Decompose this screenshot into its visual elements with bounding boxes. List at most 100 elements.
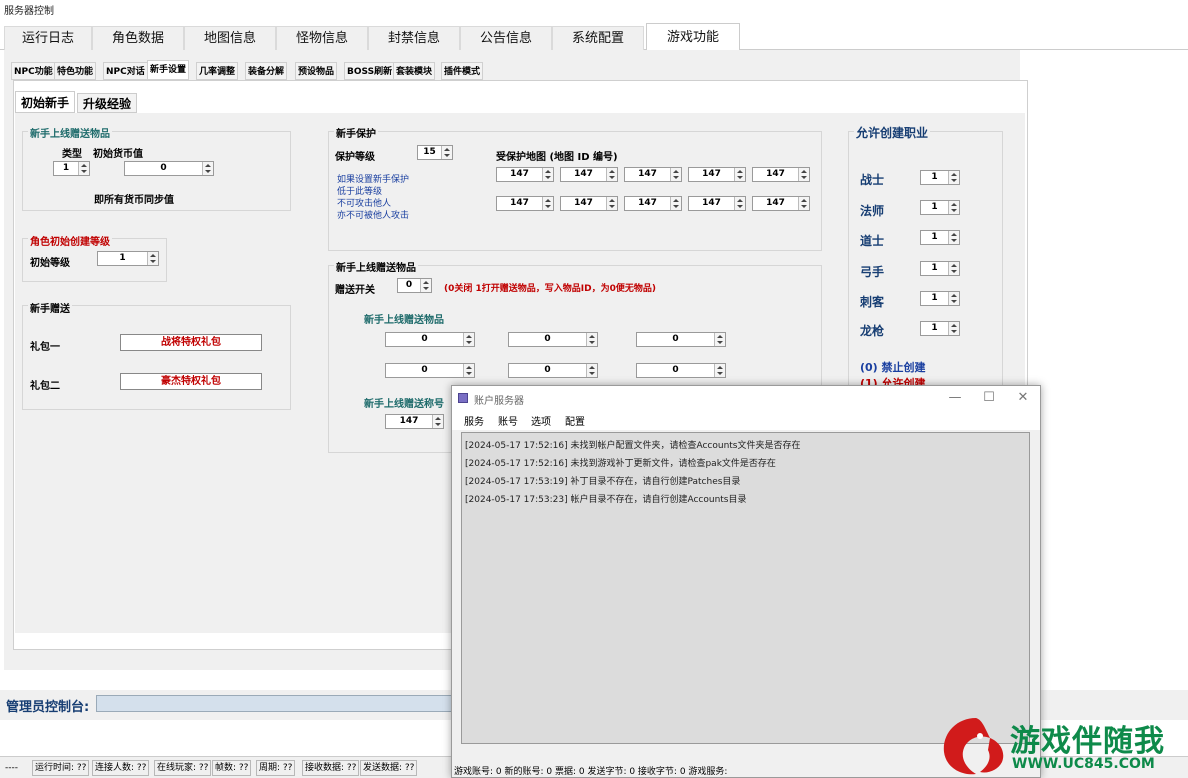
status-online-players: 在线玩家: ?? [154, 760, 212, 776]
class-value: 1 [931, 293, 938, 303]
protect-title: 新手保护 [334, 125, 378, 140]
stepper-arrows-icon[interactable] [948, 201, 959, 214]
initial-level-stepper[interactable]: 1 [97, 251, 159, 266]
protect-map-stepper[interactable]: 147 [752, 196, 810, 211]
gift-item-value: 0 [544, 365, 551, 375]
tab-ban-info[interactable]: 封禁信息 [368, 26, 460, 50]
type-value: 1 [62, 163, 70, 173]
log-line: [2024-05-17 17:52:16] 未找到游戏补丁更新文件，请检查pak… [465, 459, 776, 469]
gift-switch-stepper[interactable]: 0 [397, 278, 432, 293]
stepper-arrows-icon[interactable] [78, 162, 89, 175]
subtab-newbie-settings[interactable]: 新手设置 [147, 60, 190, 80]
gift-items-title: 新手上线赠送物品 [28, 125, 112, 140]
stepper-arrows-icon[interactable] [670, 168, 681, 181]
tab-role-data[interactable]: 角色数据 [92, 26, 184, 50]
protect-level-stepper[interactable]: 15 [417, 145, 453, 160]
protect-map-stepper[interactable]: 147 [624, 167, 682, 182]
subtab-plugin-mode[interactable]: 插件模式 [441, 62, 484, 80]
maximize-icon[interactable]: ☐ [978, 389, 1000, 407]
console-input[interactable] [96, 695, 476, 712]
tab-run-log[interactable]: 运行日志 [4, 26, 92, 50]
gift-item-stepper[interactable]: 0 [508, 363, 598, 378]
log-line: [2024-05-17 17:53:23] 帐户目录不存在，请自行创建Accou… [465, 495, 747, 505]
close-icon[interactable]: ✕ [1012, 389, 1034, 407]
menu-service[interactable]: 服务 [464, 413, 484, 428]
protect-map-stepper[interactable]: 147 [560, 167, 618, 182]
class-warrior-stepper[interactable]: 1 [920, 170, 960, 185]
tab-monster-info[interactable]: 怪物信息 [276, 26, 368, 50]
subtab-special-function[interactable]: 特色功能 [54, 62, 97, 80]
stepper-arrows-icon[interactable] [670, 197, 681, 210]
gift-item-stepper[interactable]: 0 [385, 363, 475, 378]
protect-map-stepper[interactable]: 147 [688, 167, 746, 182]
pack2-input[interactable]: 豪杰特权礼包 [120, 373, 262, 390]
stepper-arrows-icon[interactable] [714, 333, 725, 346]
minimize-icon[interactable]: — [944, 389, 966, 407]
gift-item-stepper[interactable]: 0 [385, 332, 475, 347]
page-tab-initial-newbie[interactable]: 初始新手 [15, 91, 76, 113]
stepper-arrows-icon[interactable] [734, 197, 745, 210]
stepper-arrows-icon[interactable] [432, 415, 443, 428]
gift-title-stepper[interactable]: 147 [385, 414, 444, 429]
subtab-equip-decompose[interactable]: 装备分解 [245, 62, 288, 80]
class-assassin-stepper[interactable]: 1 [920, 291, 960, 306]
stepper-arrows-icon[interactable] [734, 168, 745, 181]
gift-item-value: 0 [672, 365, 679, 375]
stepper-arrows-icon[interactable] [586, 364, 597, 377]
stepper-arrows-icon[interactable] [542, 197, 553, 210]
stepper-arrows-icon[interactable] [948, 322, 959, 335]
tab-system-config[interactable]: 系统配置 [552, 26, 644, 50]
gift-item-stepper[interactable]: 0 [508, 332, 598, 347]
subtab-npc-dialog[interactable]: NPC对话 [103, 62, 148, 80]
protect-map-stepper[interactable]: 147 [496, 196, 554, 211]
subtab-set-module[interactable]: 套装模块 [393, 62, 436, 80]
stepper-arrows-icon[interactable] [948, 262, 959, 275]
gift-item-stepper[interactable]: 0 [636, 363, 726, 378]
subtab-npc-function[interactable]: NPC功能 [11, 62, 56, 80]
currency-stepper[interactable]: 0 [124, 161, 214, 176]
menu-options[interactable]: 选项 [531, 413, 551, 428]
stepper-arrows-icon[interactable] [441, 146, 452, 159]
type-stepper[interactable]: 1 [53, 161, 90, 176]
stepper-arrows-icon[interactable] [606, 197, 617, 210]
class-lancer-stepper[interactable]: 1 [920, 321, 960, 336]
tab-game-functions[interactable]: 游戏功能 [646, 23, 740, 51]
class-mage-stepper[interactable]: 1 [920, 200, 960, 215]
protect-map-stepper[interactable]: 147 [688, 196, 746, 211]
dialog-titlebar[interactable]: 账户服务器 — ☐ ✕ [452, 386, 1040, 410]
protect-level-label: 保护等级 [335, 152, 375, 163]
stepper-arrows-icon[interactable] [948, 231, 959, 244]
stepper-arrows-icon[interactable] [798, 168, 809, 181]
stepper-arrows-icon[interactable] [714, 364, 725, 377]
protect-map-stepper[interactable]: 147 [624, 196, 682, 211]
gift-item-stepper[interactable]: 0 [636, 332, 726, 347]
menu-config[interactable]: 配置 [565, 413, 585, 428]
subtab-preset-items[interactable]: 预设物品 [295, 62, 338, 80]
tab-announcement[interactable]: 公告信息 [460, 26, 552, 50]
protect-map-stepper[interactable]: 147 [752, 167, 810, 182]
class-archer-stepper[interactable]: 1 [920, 261, 960, 276]
stepper-arrows-icon[interactable] [948, 292, 959, 305]
class-taoist-stepper[interactable]: 1 [920, 230, 960, 245]
page-tab-level-exp[interactable]: 升级经验 [77, 93, 138, 113]
class-value: 1 [931, 323, 938, 333]
stepper-arrows-icon[interactable] [542, 168, 553, 181]
menu-account[interactable]: 账号 [498, 413, 518, 428]
stepper-arrows-icon[interactable] [463, 333, 474, 346]
protect-map-stepper[interactable]: 147 [496, 167, 554, 182]
stepper-arrows-icon[interactable] [463, 364, 474, 377]
stepper-arrows-icon[interactable] [586, 333, 597, 346]
dialog-log-area[interactable]: [2024-05-17 17:52:16] 未找到帐户配置文件夹，请检查Acco… [461, 432, 1030, 744]
pack1-input[interactable]: 战将特权礼包 [120, 334, 262, 351]
subtab-boss-refresh[interactable]: BOSS刷新 [344, 62, 396, 80]
stepper-arrows-icon[interactable] [147, 252, 158, 265]
stepper-arrows-icon[interactable] [202, 162, 213, 175]
stepper-arrows-icon[interactable] [948, 171, 959, 184]
protect-map-stepper[interactable]: 147 [560, 196, 618, 211]
subtab-probability[interactable]: 几率调整 [196, 62, 239, 80]
tab-map-info[interactable]: 地图信息 [184, 26, 276, 50]
initial-level-value: 1 [119, 253, 126, 263]
stepper-arrows-icon[interactable] [798, 197, 809, 210]
stepper-arrows-icon[interactable] [606, 168, 617, 181]
stepper-arrows-icon[interactable] [420, 279, 431, 292]
